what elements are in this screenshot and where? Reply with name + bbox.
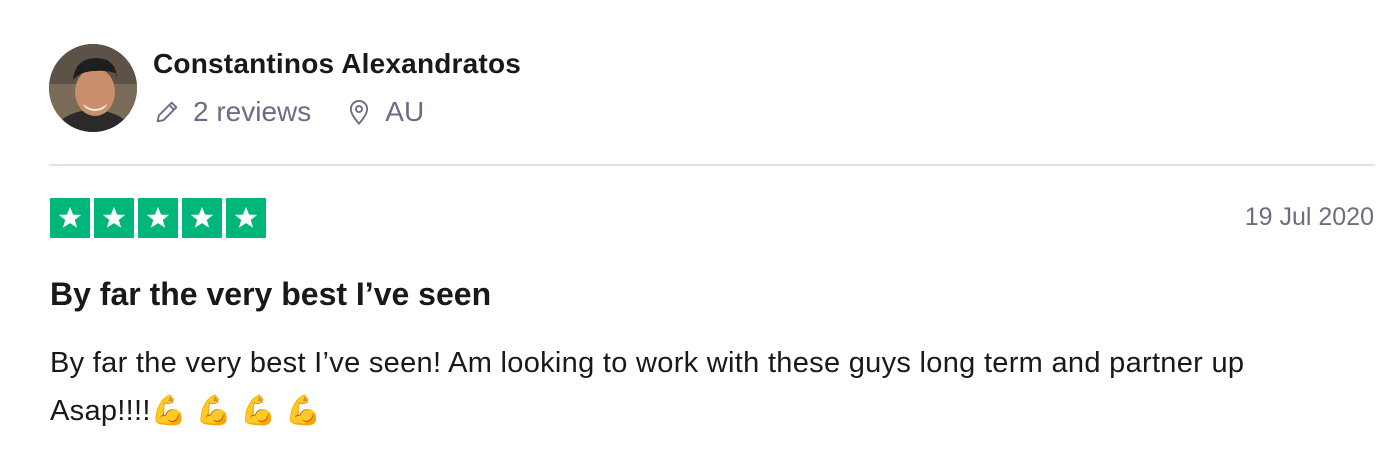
reviewer-location: AU [345, 96, 424, 128]
location-label: AU [385, 96, 425, 127]
star-icon [94, 198, 134, 238]
star-icon [182, 198, 222, 238]
user-photo-avatar-icon [49, 44, 137, 132]
reviewer-avatar[interactable] [49, 44, 137, 132]
review-count-label: 2 reviews [193, 96, 312, 127]
review-date: 19 Jul 2020 [1244, 203, 1374, 231]
star-icon [50, 198, 90, 238]
reviewer-meta: 2 reviews AU [153, 94, 424, 130]
pencil-icon [156, 101, 178, 123]
location-pin-icon [350, 100, 369, 126]
star-icon [226, 198, 266, 238]
review-title[interactable]: By far the very best I’ve seen [50, 276, 491, 313]
review-card: Constantinos Alexandratos 2 reviews AU 1… [0, 0, 1400, 454]
review-count: 2 reviews [153, 96, 311, 128]
divider [49, 164, 1375, 166]
reviewer-name[interactable]: Constantinos Alexandratos [153, 48, 521, 80]
review-text: By far the very best I’ve seen! Am looki… [50, 347, 1245, 427]
star-icon [138, 198, 178, 238]
star-rating [50, 198, 270, 238]
